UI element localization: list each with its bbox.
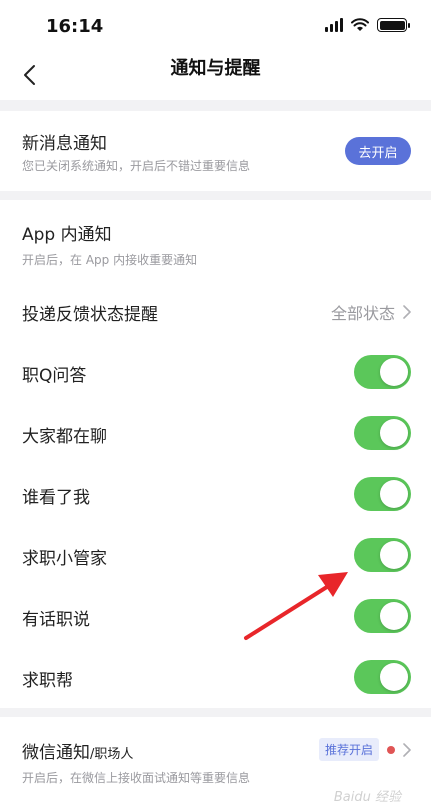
delivery-feedback-value: 全部状态	[330, 304, 395, 323]
wifi-icon	[351, 18, 369, 31]
toggle-knob	[380, 663, 408, 691]
toggle-knob	[380, 358, 408, 386]
wechat-title-suffix: /职场人	[90, 747, 134, 762]
enable-notification-button[interactable]: 去开启	[345, 137, 411, 165]
toggle-label: 职Q问答	[22, 366, 87, 386]
page-title: 通知与提醒	[170, 58, 261, 79]
toggle-knob	[380, 541, 408, 569]
battery-icon	[377, 18, 410, 32]
toggle-switch[interactable]	[354, 599, 411, 633]
toggle-knob	[380, 419, 408, 447]
chevron-right-icon	[403, 742, 411, 757]
watermark: Baidu 经验	[333, 790, 401, 805]
new-message-title: 新消息通知	[22, 134, 107, 154]
nav-bar: 通知与提醒	[0, 50, 431, 100]
delivery-feedback-title[interactable]: 投递反馈状态提醒	[22, 300, 158, 325]
toggle-switch[interactable]	[354, 660, 411, 694]
toggle-label: 求职帮	[22, 671, 73, 691]
recommend-badge: 推荐开启	[318, 738, 379, 761]
red-dot-icon	[387, 745, 395, 754]
wechat-title-group[interactable]: 微信通知 /职场人	[22, 738, 133, 763]
in-app-title: App 内通知	[22, 225, 112, 245]
toggle-label: 求职小管家	[22, 549, 107, 569]
delivery-feedback-link[interactable]: 全部状态	[331, 300, 411, 324]
wechat-subtitle: 开启后，在微信上接收面试通知等重要信息	[22, 771, 251, 785]
wechat-title: 微信通知	[22, 743, 90, 763]
signal-icon	[325, 18, 343, 32]
new-message-subtitle: 您已关闭系统通知，开启后不错过重要信息	[22, 159, 251, 173]
status-bar: 16:14	[0, 0, 431, 50]
wechat-link[interactable]: 推荐开启	[318, 738, 411, 761]
status-time: 16:14	[46, 16, 104, 37]
toggle-label: 谁看了我	[22, 488, 90, 508]
toggle-label: 大家都在聊	[22, 427, 107, 447]
toggle-switch[interactable]	[354, 416, 411, 450]
toggle-label: 有话职说	[22, 610, 90, 630]
toggle-knob	[380, 602, 408, 630]
status-icons	[325, 18, 410, 32]
toggle-switch[interactable]	[354, 477, 411, 511]
toggle-switch[interactable]	[354, 538, 411, 572]
in-app-subtitle: 开启后，在 App 内接收重要通知	[22, 253, 198, 267]
toggle-knob	[380, 480, 408, 508]
chevron-right-icon	[403, 305, 411, 319]
toggle-switch[interactable]	[354, 355, 411, 389]
